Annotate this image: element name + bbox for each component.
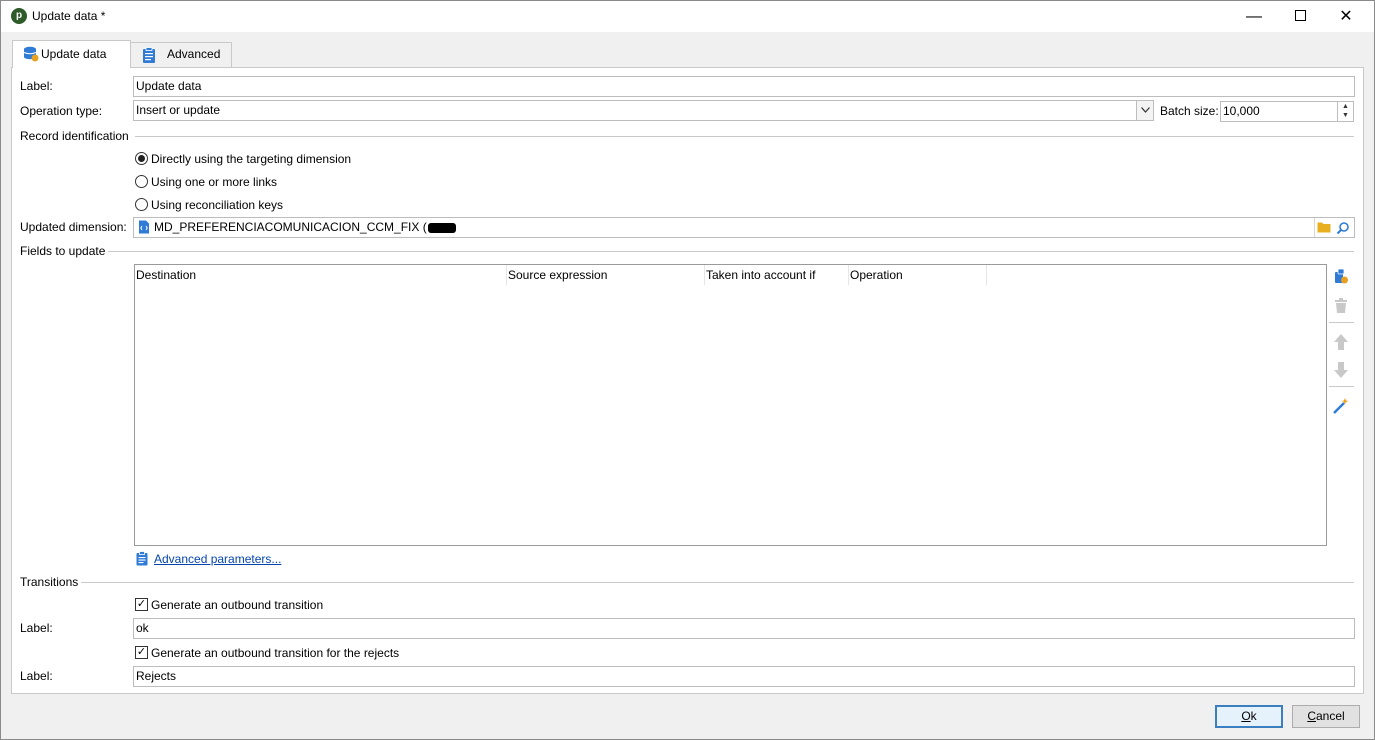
radio-links[interactable]	[135, 175, 148, 188]
column-header-destination[interactable]: Destination	[135, 265, 507, 285]
column-header-operation[interactable]: Operation	[849, 265, 987, 285]
title-bar: p Update data * — ✕	[1, 1, 1374, 32]
app-icon: p	[11, 8, 27, 24]
cancel-rest: ancel	[1315, 709, 1345, 723]
folder-icon	[1317, 222, 1331, 233]
clipboard-icon	[143, 47, 155, 63]
label-input[interactable]: Update data	[133, 76, 1355, 97]
outbound-label-input[interactable]: ok	[133, 618, 1355, 639]
section-divider	[81, 582, 1354, 583]
redaction-mark	[428, 222, 457, 233]
radio-direct-targeting[interactable]	[135, 152, 148, 165]
window-title: Update data *	[32, 9, 106, 23]
rejects-label-caption: Label:	[20, 669, 53, 683]
updated-dimension-value: MD_PREFERENCIACOMUNICACION_CCM_FIX (	[154, 220, 427, 234]
toolbar-divider	[1329, 322, 1354, 323]
outbound-label-caption: Label:	[20, 621, 53, 635]
radio-label: Using reconciliation keys	[151, 198, 284, 212]
clipboard-icon	[136, 551, 148, 566]
updated-dimension-field[interactable]: MD_PREFERENCIACOMUNICACION_CCM_FIX (	[133, 217, 1355, 238]
operation-type-value: Insert or update	[136, 103, 221, 117]
tab-label: Advanced	[167, 47, 221, 61]
arrow-down-icon[interactable]	[1332, 361, 1350, 379]
radio-label: Using one or more links	[151, 175, 278, 189]
search-button[interactable]	[1334, 218, 1352, 237]
schema-document-icon	[139, 220, 149, 234]
rejects-label-input[interactable]: Rejects	[133, 666, 1355, 687]
close-button[interactable]: ✕	[1323, 1, 1369, 32]
transitions-title: Transitions	[20, 575, 79, 589]
ok-mnemonic: O	[1241, 709, 1251, 723]
cancel-mnemonic: C	[1307, 709, 1316, 723]
column-header-source-expression[interactable]: Source expression	[507, 265, 705, 285]
column-header-taken-into-account[interactable]: Taken into account if	[705, 265, 849, 285]
folder-button[interactable]	[1314, 218, 1332, 237]
record-identification-title: Record identification	[20, 129, 129, 143]
tab-update-data[interactable]: Update data	[12, 40, 131, 68]
fields-to-update-title: Fields to update	[20, 244, 106, 258]
fields-grid[interactable]: Destination Source expression Taken into…	[134, 264, 1327, 546]
label-caption: Label:	[20, 79, 53, 93]
batch-size-spinner[interactable]: ▲ ▼	[1337, 102, 1353, 121]
batch-size-input[interactable]: 10,000 ▲ ▼	[1220, 101, 1354, 122]
spin-up-icon[interactable]: ▲	[1338, 102, 1353, 111]
ok-button[interactable]: Ok	[1215, 705, 1283, 728]
radio-reconciliation-keys[interactable]	[135, 198, 148, 211]
cancel-button[interactable]: Cancel	[1292, 705, 1360, 728]
chevron-down-icon[interactable]	[1136, 101, 1153, 120]
arrow-up-icon[interactable]	[1332, 333, 1350, 351]
maximize-button[interactable]	[1277, 1, 1323, 32]
advanced-parameters-link[interactable]: Advanced parameters...	[154, 552, 281, 566]
outbound-transition-checkbox[interactable]: ✓	[135, 598, 148, 611]
operation-type-caption: Operation type:	[20, 104, 103, 118]
radio-label: Directly using the targeting dimension	[151, 152, 352, 166]
trash-icon[interactable]	[1332, 297, 1350, 315]
batch-size-caption: Batch size:	[1160, 104, 1219, 118]
operation-type-select[interactable]: Insert or update	[133, 100, 1154, 121]
database-sync-icon	[23, 46, 39, 62]
magic-wand-icon[interactable]	[1332, 397, 1350, 415]
tab-label: Update data	[41, 47, 107, 61]
maximize-icon	[1294, 9, 1306, 21]
checkbox-label: Generate an outbound transition	[151, 598, 324, 612]
minimize-button[interactable]: —	[1231, 1, 1277, 32]
rejects-transition-checkbox[interactable]: ✓	[135, 646, 148, 659]
checkbox-label: Generate an outbound transition for the …	[151, 646, 400, 660]
tab-advanced[interactable]: Advanced	[130, 42, 232, 67]
updated-dimension-caption: Updated dimension:	[20, 220, 127, 234]
add-field-icon[interactable]	[1332, 268, 1350, 286]
ok-rest: k	[1250, 709, 1257, 723]
section-divider	[108, 251, 1354, 252]
toolbar-divider	[1329, 386, 1354, 387]
magnifier-icon	[1336, 222, 1349, 235]
section-divider	[135, 136, 1354, 137]
spin-down-icon[interactable]: ▼	[1338, 111, 1353, 120]
dialog-window: p Update data * — ✕ Update data Advanced…	[0, 0, 1375, 740]
batch-size-value: 10,000	[1223, 104, 1260, 118]
